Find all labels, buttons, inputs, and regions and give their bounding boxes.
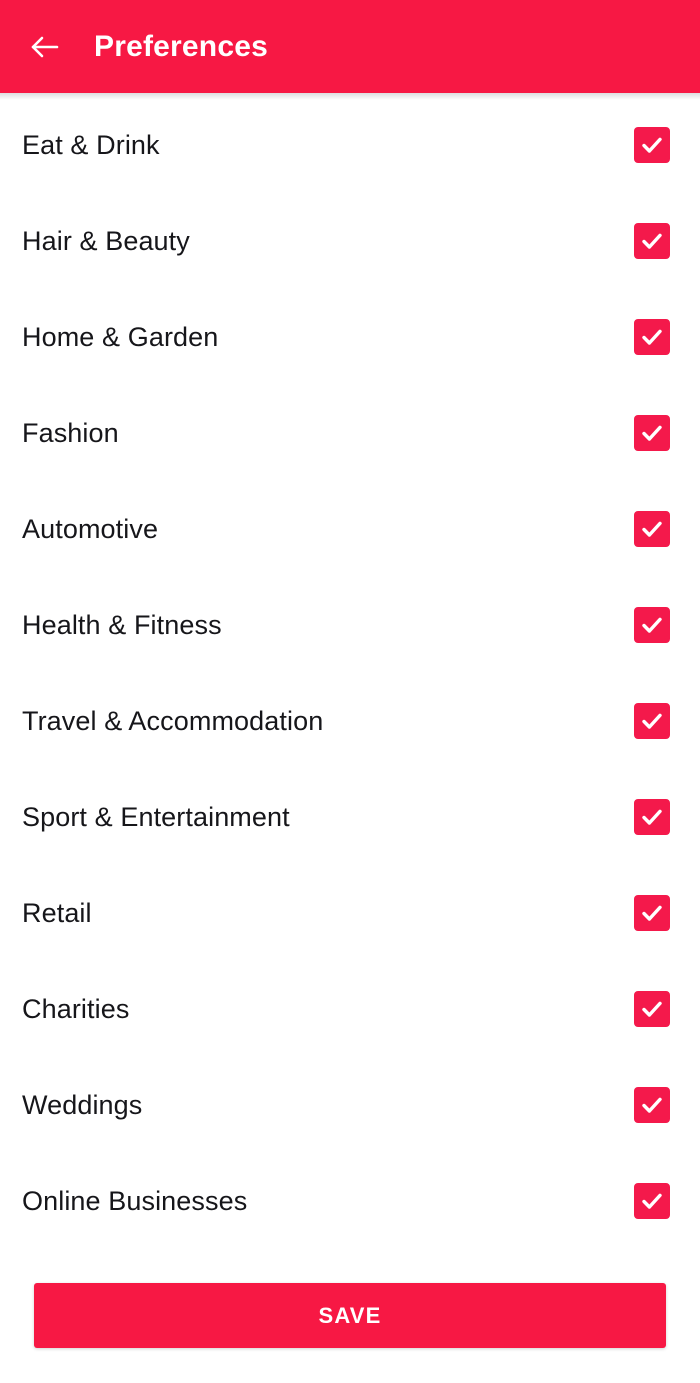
preference-label: Retail <box>22 897 92 928</box>
preference-row[interactable]: Health & Fitness <box>0 577 700 673</box>
preference-row[interactable]: Weddings <box>0 1057 700 1153</box>
preferences-list: Eat & Drink Hair & Beauty Home & Garden Fas… <box>0 97 700 1242</box>
preference-row[interactable]: Sport & Entertainment <box>0 769 700 865</box>
preference-checkbox[interactable] <box>634 991 670 1027</box>
preference-checkbox[interactable] <box>634 319 670 355</box>
preference-checkbox[interactable] <box>634 1087 670 1123</box>
back-button[interactable] <box>16 19 72 75</box>
preference-checkbox[interactable] <box>634 223 670 259</box>
check-icon <box>642 329 662 345</box>
save-button-container: SAVE <box>0 1283 700 1348</box>
check-icon <box>642 233 662 249</box>
preference-label: Sport & Entertainment <box>22 801 290 832</box>
preference-label: Hair & Beauty <box>22 225 190 256</box>
preference-label: Charities <box>22 993 130 1024</box>
preference-label: Home & Garden <box>22 321 219 352</box>
check-icon <box>642 1001 662 1017</box>
arrow-left-icon <box>27 30 61 64</box>
preference-checkbox[interactable] <box>634 703 670 739</box>
check-icon <box>642 713 662 729</box>
preference-label: Automotive <box>22 513 159 544</box>
check-icon <box>642 1097 662 1113</box>
preference-checkbox[interactable] <box>634 1183 670 1219</box>
preference-row[interactable]: Automotive <box>0 481 700 577</box>
preference-row[interactable]: Retail <box>0 865 700 961</box>
preference-row[interactable]: Hair & Beauty <box>0 193 700 289</box>
preference-label: Travel & Accommodation <box>22 705 324 736</box>
check-icon <box>642 905 662 921</box>
page-title: Preferences <box>94 29 268 63</box>
preference-row[interactable]: Fashion <box>0 385 700 481</box>
check-icon <box>642 1193 662 1209</box>
check-icon <box>642 425 662 441</box>
preference-label: Weddings <box>22 1089 143 1120</box>
preference-row[interactable]: Eat & Drink <box>0 97 700 193</box>
preference-row[interactable]: Travel & Accommodation <box>0 673 700 769</box>
app-bar: Preferences <box>0 0 700 93</box>
preference-label: Fashion <box>22 417 119 448</box>
preference-label: Health & Fitness <box>22 609 222 640</box>
preference-checkbox[interactable] <box>634 895 670 931</box>
check-icon <box>642 137 662 153</box>
preference-label: Online Businesses <box>22 1185 248 1216</box>
preference-row[interactable]: Online Businesses <box>0 1153 700 1242</box>
check-icon <box>642 617 662 633</box>
preference-checkbox[interactable] <box>634 799 670 835</box>
check-icon <box>642 521 662 537</box>
check-icon <box>642 809 662 825</box>
preference-row[interactable]: Home & Garden <box>0 289 700 385</box>
preference-checkbox[interactable] <box>634 607 670 643</box>
preferences-screen: Preferences Eat & Drink Hair & Beauty Home… <box>0 0 700 1383</box>
preference-label: Eat & Drink <box>22 129 160 160</box>
preference-checkbox[interactable] <box>634 511 670 547</box>
preference-checkbox[interactable] <box>634 415 670 451</box>
preference-row[interactable]: Charities <box>0 961 700 1057</box>
preference-checkbox[interactable] <box>634 127 670 163</box>
save-button[interactable]: SAVE <box>34 1283 666 1348</box>
